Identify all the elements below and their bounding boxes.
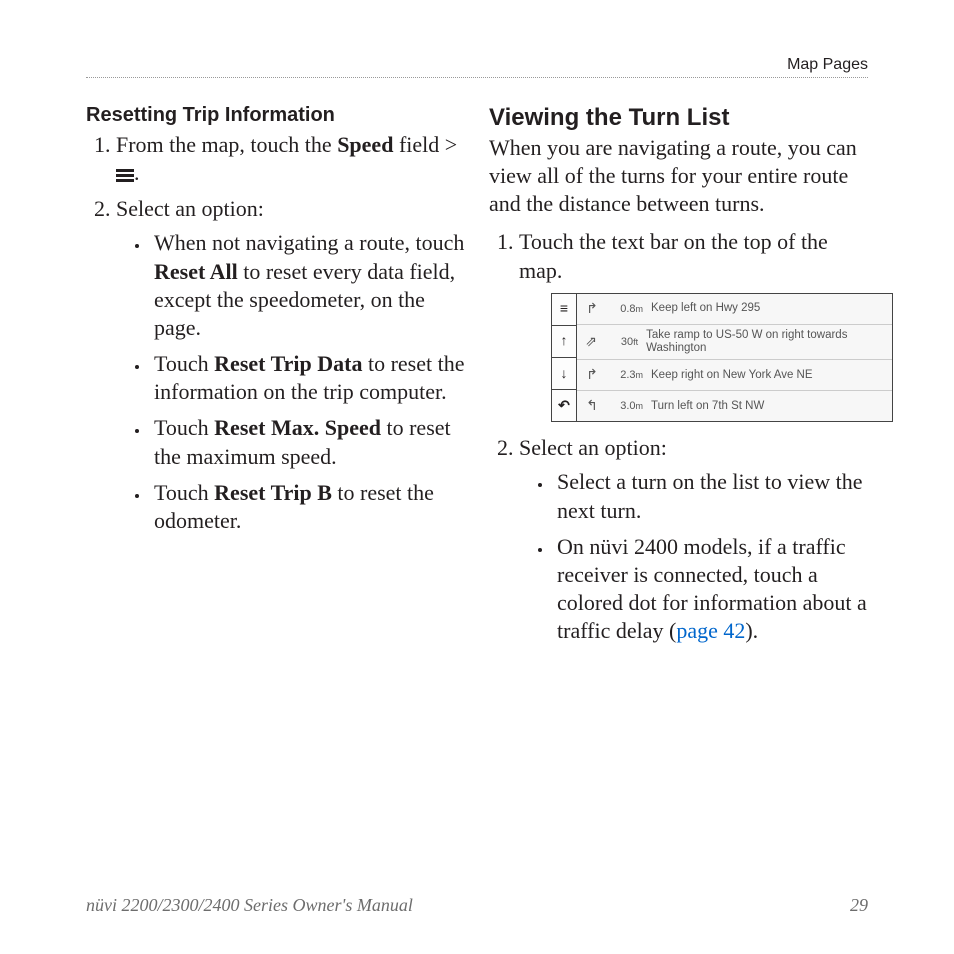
turn-text: Keep right on New York Ave NE	[651, 369, 813, 382]
page-link[interactable]: page 42	[676, 618, 745, 643]
turn-icon: ⇗	[583, 333, 599, 351]
page-number: 29	[850, 895, 868, 916]
turn-row[interactable]: ↱ 0.8m Keep left on Hwy 295	[577, 294, 892, 325]
turn-text: Take ramp to US-50 W on right towards Wa…	[646, 329, 886, 355]
right-option-2: On nüvi 2400 models, if a traffic receiv…	[553, 533, 868, 646]
left-option-1: When not navigating a route, touch Reset…	[150, 229, 465, 342]
turn-list-figure: ≡ ↑ ↓ ↶ ↱ 0.8m Keep left on Hwy 295	[551, 293, 893, 422]
turn-text: Keep left on Hwy 295	[651, 302, 760, 315]
right-options: Select a turn on the list to view the ne…	[519, 468, 868, 645]
menu-button[interactable]: ≡	[552, 294, 576, 326]
back-button[interactable]: ↶	[552, 390, 576, 421]
right-step-1: Touch the text bar on the top of the map…	[519, 228, 868, 422]
right-column: Viewing the Turn List When you are navig…	[489, 104, 868, 653]
turn-row[interactable]: ↰ 3.0m Turn left on 7th St NW	[577, 391, 892, 421]
scroll-up-button[interactable]: ↑	[552, 326, 576, 358]
turn-distance: 30ft	[607, 335, 638, 349]
turn-text: Turn left on 7th St NW	[651, 400, 764, 413]
right-steps: Touch the text bar on the top of the map…	[489, 228, 868, 645]
left-option-3: Touch Reset Max. Speed to reset the maxi…	[150, 414, 465, 470]
turn-row[interactable]: ↱ 2.3m Keep right on New York Ave NE	[577, 360, 892, 391]
menu-icon	[116, 169, 134, 181]
page-footer: nüvi 2200/2300/2400 Series Owner's Manua…	[86, 895, 868, 916]
turn-list-sidebar: ≡ ↑ ↓ ↶	[552, 294, 577, 421]
left-options: When not navigating a route, touch Reset…	[116, 229, 465, 535]
turn-icon: ↰	[583, 397, 601, 415]
left-step-2: Select an option: When not navigating a …	[116, 195, 465, 535]
right-intro: When you are navigating a route, you can…	[489, 134, 868, 218]
scroll-down-button[interactable]: ↓	[552, 358, 576, 390]
left-step-1: From the map, touch the Speed field > .	[116, 131, 465, 187]
turn-distance: 2.3m	[609, 368, 643, 382]
turn-list-rows: ↱ 0.8m Keep left on Hwy 295 ⇗ 30ft Take …	[577, 294, 892, 421]
content-columns: Resetting Trip Information From the map,…	[86, 104, 868, 653]
turn-distance: 3.0m	[609, 399, 643, 413]
right-step-2: Select an option: Select a turn on the l…	[519, 434, 868, 645]
right-heading: Viewing the Turn List	[489, 104, 868, 132]
manual-page: Map Pages Resetting Trip Information Fro…	[0, 0, 954, 954]
section-name: Map Pages	[787, 56, 868, 73]
left-column: Resetting Trip Information From the map,…	[86, 104, 465, 653]
turn-icon: ↱	[583, 366, 601, 384]
footer-title: nüvi 2200/2300/2400 Series Owner's Manua…	[86, 895, 413, 916]
turn-icon: ↱	[583, 300, 601, 318]
right-option-1: Select a turn on the list to view the ne…	[553, 468, 868, 524]
left-option-4: Touch Reset Trip B to reset the odometer…	[150, 479, 465, 535]
turn-distance: 0.8m	[609, 302, 643, 316]
left-steps: From the map, touch the Speed field > . …	[86, 131, 465, 535]
left-heading: Resetting Trip Information	[86, 104, 465, 127]
page-header: Map Pages	[86, 56, 868, 78]
left-option-2: Touch Reset Trip Data to reset the infor…	[150, 350, 465, 406]
turn-row[interactable]: ⇗ 30ft Take ramp to US-50 W on right tow…	[577, 325, 892, 360]
